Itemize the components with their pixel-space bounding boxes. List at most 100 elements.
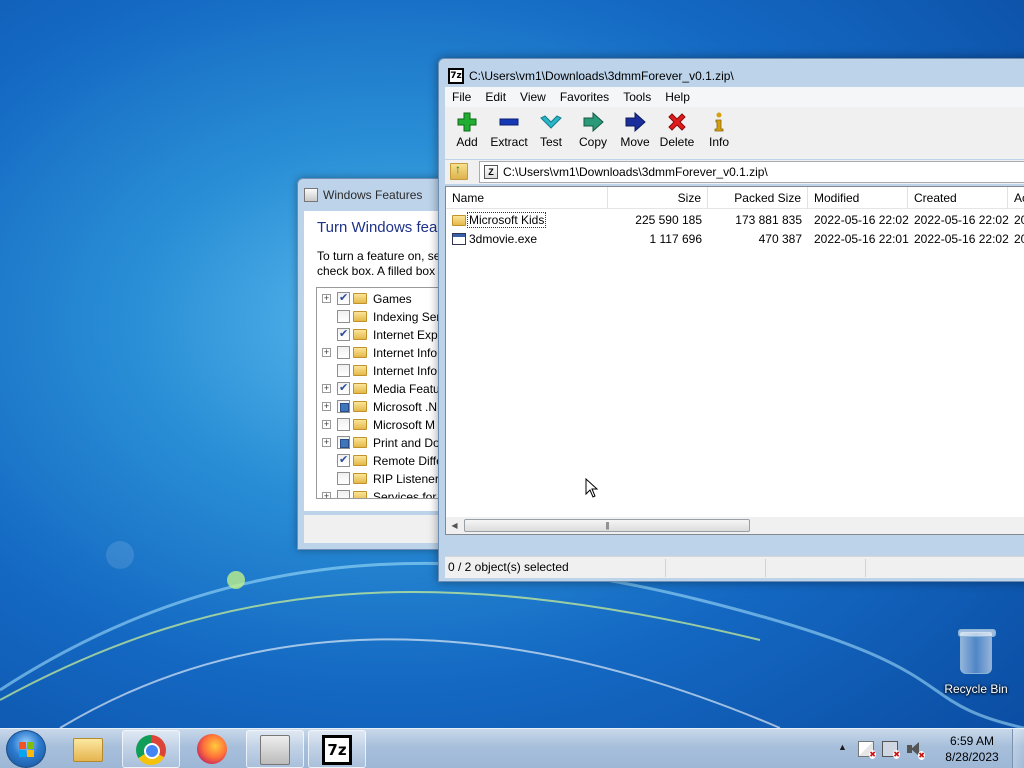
clock-date: 8/28/2023 bbox=[945, 750, 999, 764]
plus-icon bbox=[457, 112, 477, 132]
windows-features-titlebar[interactable]: Windows Features bbox=[304, 186, 422, 204]
menu-tools[interactable]: Tools bbox=[616, 90, 658, 104]
status-divider bbox=[765, 559, 766, 577]
clock[interactable]: 6:59 AM 8/28/2023 bbox=[934, 733, 1010, 765]
test-label: Test bbox=[539, 135, 562, 149]
feature-checkbox[interactable] bbox=[337, 327, 350, 341]
description-line-1: To turn a feature on, se bbox=[317, 249, 441, 263]
recycle-bin-icon bbox=[958, 629, 996, 674]
menu-help[interactable]: Help bbox=[658, 90, 697, 104]
feature-checkbox[interactable] bbox=[337, 453, 350, 467]
menu-edit[interactable]: Edit bbox=[478, 90, 513, 104]
taskbar-firefox[interactable] bbox=[184, 730, 242, 768]
column-header-size[interactable]: Size bbox=[608, 187, 708, 209]
scrollbar-thumb[interactable]: ||| bbox=[464, 519, 750, 532]
file-list[interactable]: Name Size Packed Size Modified Created A… bbox=[445, 186, 1024, 535]
expand-icon[interactable]: + bbox=[322, 438, 331, 447]
address-path: C:\Users\vm1\Downloads\3dmmForever_v0.1.… bbox=[503, 165, 768, 179]
column-header-packed-size[interactable]: Packed Size bbox=[708, 187, 808, 209]
feature-checkbox[interactable] bbox=[337, 472, 350, 485]
info-button[interactable]: Info bbox=[698, 111, 740, 155]
feature-checkbox[interactable] bbox=[337, 436, 350, 449]
start-button[interactable] bbox=[6, 730, 46, 768]
move-label: Move bbox=[620, 135, 650, 149]
add-label: Add bbox=[456, 135, 478, 149]
column-header-name[interactable]: Name bbox=[446, 187, 608, 209]
move-button[interactable]: Move bbox=[614, 111, 656, 155]
feature-label: Media Featu bbox=[373, 382, 440, 396]
expand-icon[interactable]: + bbox=[322, 384, 331, 393]
show-desktop-button[interactable] bbox=[1012, 729, 1024, 768]
status-selection: 0 / 2 object(s) selected bbox=[448, 560, 569, 574]
taskbar-7zip[interactable]: 7z bbox=[308, 730, 366, 768]
add-button[interactable]: Add bbox=[446, 111, 488, 155]
row-created: 2022-05-16 22:02 bbox=[914, 213, 1009, 227]
feature-label: Microsoft .N bbox=[373, 400, 438, 414]
expand-icon[interactable]: + bbox=[322, 402, 331, 411]
menu-file[interactable]: File bbox=[445, 90, 478, 104]
folder-icon bbox=[353, 311, 367, 322]
expand-icon[interactable]: + bbox=[322, 420, 331, 429]
feature-checkbox[interactable] bbox=[337, 346, 350, 359]
recycle-bin-label: Recycle Bin bbox=[944, 682, 1008, 696]
sevenzip-app-icon: 7z bbox=[448, 68, 464, 84]
folder-icon bbox=[353, 347, 367, 358]
volume-icon[interactable] bbox=[906, 741, 926, 760]
menu-favorites[interactable]: Favorites bbox=[553, 90, 616, 104]
feature-checkbox[interactable] bbox=[337, 400, 350, 413]
copy-label: Copy bbox=[578, 135, 607, 149]
test-button[interactable]: Test bbox=[530, 111, 572, 155]
folder-up-icon[interactable] bbox=[450, 162, 468, 180]
folder-icon bbox=[353, 383, 367, 394]
expand-icon[interactable]: + bbox=[322, 492, 331, 498]
expand-icon[interactable]: + bbox=[322, 294, 331, 303]
sevenzip-titlebar[interactable]: 7z C:\Users\vm1\Downloads\3dmmForever_v0… bbox=[448, 68, 734, 84]
recycle-bin[interactable]: Recycle Bin bbox=[940, 628, 1012, 700]
delete-button[interactable]: Delete bbox=[656, 111, 698, 155]
extract-label: Extract bbox=[490, 135, 528, 149]
row-packed-size: 173 881 835 bbox=[735, 213, 802, 227]
address-field[interactable]: Z C:\Users\vm1\Downloads\3dmmForever_v0.… bbox=[479, 161, 1024, 183]
info-label: Info bbox=[708, 135, 729, 149]
feature-label: Internet Info bbox=[373, 346, 438, 360]
expand-icon[interactable]: + bbox=[322, 348, 331, 357]
row-size: 225 590 185 bbox=[635, 213, 702, 227]
firefox-icon bbox=[197, 734, 227, 764]
menu-view[interactable]: View bbox=[513, 90, 553, 104]
list-row[interactable]: 3dmovie.exe 1 117 696 470 387 2022-05-16… bbox=[446, 230, 1024, 249]
network-icon[interactable] bbox=[882, 741, 901, 759]
row-packed-size: 470 387 bbox=[758, 232, 802, 246]
column-header-accessed[interactable]: Ac bbox=[1008, 187, 1024, 209]
taskbar-explorer[interactable] bbox=[60, 730, 118, 768]
list-header: Name Size Packed Size Modified Created A… bbox=[446, 187, 1024, 209]
feature-label: Print and Do bbox=[373, 436, 440, 450]
sevenzip-window[interactable]: 7z C:\Users\vm1\Downloads\3dmmForever_v0… bbox=[438, 58, 1024, 582]
list-row[interactable]: Microsoft Kids 225 590 185 173 881 835 2… bbox=[446, 211, 1024, 230]
feature-checkbox[interactable] bbox=[337, 310, 350, 323]
show-hidden-icons-icon[interactable]: ▲ bbox=[838, 742, 847, 752]
feature-checkbox[interactable] bbox=[337, 381, 350, 395]
feature-label: Internet Info bbox=[373, 364, 438, 378]
feature-checkbox[interactable] bbox=[337, 490, 350, 498]
extract-button[interactable]: Extract bbox=[488, 111, 530, 155]
windows-features-client: Turn Windows fea To turn a feature on, s… bbox=[304, 211, 450, 511]
taskbar-chrome[interactable] bbox=[122, 730, 180, 768]
taskbar-windows-features[interactable] bbox=[246, 730, 304, 768]
copy-button[interactable]: Copy bbox=[572, 111, 614, 155]
action-center-flag-icon[interactable] bbox=[858, 741, 877, 759]
windows-features-heading: Turn Windows fea bbox=[317, 219, 438, 236]
column-header-created[interactable]: Created bbox=[908, 187, 1008, 209]
sevenzip-icon: 7z bbox=[322, 735, 352, 765]
scroll-left-icon[interactable]: ◀ bbox=[448, 519, 461, 532]
feature-label: RIP Listener bbox=[373, 472, 439, 486]
windows-features-window[interactable]: Windows Features Turn Windows fea To tur… bbox=[297, 178, 457, 550]
exe-file-icon bbox=[452, 233, 466, 245]
column-header-modified[interactable]: Modified bbox=[808, 187, 908, 209]
feature-checkbox[interactable] bbox=[337, 364, 350, 377]
feature-checkbox[interactable] bbox=[337, 291, 350, 305]
file-explorer-icon bbox=[73, 738, 103, 762]
horizontal-scrollbar[interactable]: ◀ ||| bbox=[446, 517, 1024, 534]
feature-checkbox[interactable] bbox=[337, 418, 350, 431]
folder-icon bbox=[353, 293, 367, 304]
features-tree[interactable]: + Games Indexing Serv Internet Expl + Interne… bbox=[316, 287, 450, 499]
